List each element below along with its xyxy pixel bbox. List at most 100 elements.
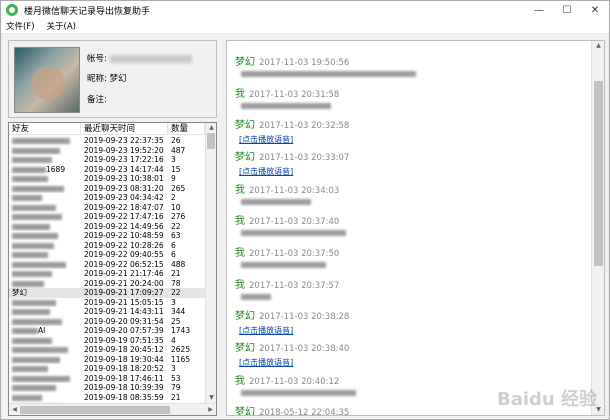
message-count: 1165 — [171, 354, 191, 364]
friend-row[interactable]: 2019-09-22 10:28:26 6 — [9, 241, 205, 251]
menu-about[interactable]: 关于(A) — [42, 20, 81, 32]
minimize-button[interactable]: — — [525, 1, 553, 19]
friend-name-redacted — [12, 242, 54, 249]
scroll-right-arrow-icon[interactable]: ▶ — [205, 405, 216, 415]
friend-row[interactable]: 2019-09-22 18:47:07 10 — [9, 203, 205, 213]
friend-list-vertical-scrollbar[interactable]: ▲ ▼ — [205, 123, 216, 403]
friend-list-horizontal-scrollbar[interactable]: ◀ ▶ — [9, 403, 216, 415]
scroll-thumb[interactable] — [594, 81, 603, 266]
message-count: 488 — [171, 259, 186, 269]
scroll-left-arrow-icon[interactable]: ◀ — [9, 405, 20, 415]
friend-name-redacted — [12, 233, 58, 239]
friend-row[interactable]: 2019-09-22 06:52:15 488 — [9, 260, 205, 270]
message-time: 2017-11-03 20:34:03 — [249, 186, 340, 196]
friend-name-redacted — [12, 356, 60, 363]
friend-row[interactable]: 2019-09-22 10:48:59 63 — [9, 231, 205, 241]
friend-row[interactable]: 梦幻 2019-09-21 17:09:27 22 — [9, 288, 205, 298]
scroll-up-arrow-icon[interactable]: ▲ — [206, 123, 216, 133]
friend-row[interactable]: 2019-09-21 14:43:11 344 — [9, 307, 205, 317]
friend-row[interactable]: 2019-09-18 10:39:39 79 — [9, 383, 205, 393]
column-header-count[interactable]: 数量 — [168, 123, 205, 135]
friend-row[interactable]: 2019-09-23 04:34:42 2 — [9, 193, 205, 203]
friend-name-redacted — [12, 138, 70, 144]
friend-row[interactable]: 2019-09-22 09:40:55 6 — [9, 250, 205, 260]
friend-row[interactable]: 2019-09-18 19:30:44 1165 — [9, 355, 205, 365]
last-chat-time: 2019-09-18 18:20:52 — [84, 364, 164, 373]
last-chat-time: 2019-09-22 17:47:16 — [84, 212, 164, 221]
friend-name — [9, 250, 81, 260]
friend-row[interactable]: 2019-09-22 14:49:56 22 — [9, 222, 205, 232]
last-chat-time: 2019-09-22 10:48:59 — [84, 231, 164, 240]
column-header-friend[interactable]: 好友 — [9, 123, 81, 135]
message-header: 梦幻 2017-11-03 20:33:07 — [235, 148, 349, 163]
profile-panel: 帐号: 昵称: 梦幻 备注: — [8, 40, 217, 118]
friend-name — [9, 383, 81, 393]
message-body-redacted — [241, 390, 356, 396]
last-chat-time: 2019-09-21 20:24:00 — [84, 278, 164, 288]
friend-row[interactable]: 2019-09-23 17:22:16 3 — [9, 155, 205, 165]
friend-name — [9, 155, 81, 165]
column-header-last-chat-time[interactable]: 最近聊天时间 — [81, 123, 168, 135]
friend-row[interactable]: 2019-09-18 18:20:52 3 — [9, 364, 205, 374]
chat-message: 梦幻 2017-11-03 20:32:58 [点击播放语音] — [235, 116, 349, 145]
close-button[interactable]: ✕ — [581, 1, 609, 19]
friend-row[interactable]: 2019-09-18 08:35:59 21 — [9, 393, 205, 403]
friend-list[interactable]: 好友 最近聊天时间 数量 2019-09-23 22:37:35 26 2019-0… — [8, 122, 217, 416]
last-chat-time: 2019-09-23 19:52:20 — [84, 145, 164, 155]
message-sender: 梦幻 — [235, 407, 255, 416]
message-time: 2017-11-03 20:32:58 — [259, 121, 350, 131]
chat-message: 梦幻 2018-05-12 22:04:35 — [235, 403, 349, 416]
scroll-thumb[interactable] — [20, 406, 170, 414]
message-count: 10 — [171, 202, 181, 212]
friend-row[interactable]: 2019-09-20 09:31:54 25 — [9, 317, 205, 327]
friend-row[interactable]: 2019-09-22 17:47:16 276 — [9, 212, 205, 222]
nickname-value: 梦幻 — [109, 74, 127, 84]
last-chat-time: 2019-09-23 04:34:42 — [84, 193, 164, 202]
friend-name-redacted — [12, 337, 52, 344]
friend-row[interactable]: 2019-09-18 17:46:11 53 — [9, 374, 205, 384]
friend-name-redacted — [12, 195, 42, 201]
message-count: 265 — [171, 183, 186, 193]
friend-row[interactable]: 2019-09-19 07:51:35 4 — [9, 336, 205, 346]
play-voice-link[interactable]: [点击播放语音] — [239, 357, 349, 368]
message-body-redacted — [241, 230, 346, 236]
friend-row[interactable]: 2019-09-21 21:17:46 21 — [9, 269, 205, 279]
friend-row[interactable]: 2019-09-23 19:52:20 487 — [9, 146, 205, 156]
friend-row[interactable]: AI 2019-09-20 07:57:39 1743 — [9, 326, 205, 336]
last-chat-time: 2019-09-23 22:37:35 — [84, 136, 164, 145]
message-body-redacted — [241, 199, 311, 205]
friend-row[interactable]: 2019-09-21 15:05:15 3 — [9, 298, 205, 308]
last-chat-time: 2019-09-21 15:05:15 — [84, 297, 164, 307]
friend-name-redacted — [12, 185, 64, 192]
friend-name — [9, 260, 81, 270]
account-row: 帐号: — [87, 52, 192, 64]
friend-row[interactable]: 2019-09-21 20:24:00 78 — [9, 279, 205, 289]
friend-name-redacted — [12, 204, 56, 211]
friend-row[interactable]: 1689 2019-09-23 14:17:44 15 — [9, 165, 205, 175]
chat-log-panel[interactable]: 梦幻 2017-11-03 19:50:56 我 2017-11-03 20:31:5… — [226, 40, 605, 416]
message-body-redacted — [241, 262, 326, 268]
friend-row[interactable]: 2019-09-23 08:31:20 265 — [9, 184, 205, 194]
friend-row[interactable]: 2019-09-23 22:37:35 26 — [9, 136, 205, 146]
play-voice-link[interactable]: [点击播放语音] — [239, 325, 349, 336]
menu-file[interactable]: 文件(F) — [1, 20, 40, 32]
message-body-redacted — [241, 294, 271, 300]
scroll-thumb[interactable] — [207, 133, 215, 149]
scroll-down-arrow-icon[interactable]: ▼ — [206, 393, 216, 403]
play-voice-link[interactable]: [点击播放语音] — [239, 134, 349, 145]
scroll-up-arrow-icon[interactable]: ▲ — [593, 41, 604, 51]
message-time: 2017-11-03 20:33:07 — [259, 153, 350, 163]
chat-vertical-scrollbar[interactable]: ▲ ▼ — [591, 41, 604, 415]
friend-name-redacted — [12, 299, 56, 306]
account-value-redacted — [109, 54, 192, 63]
friend-row[interactable]: 2019-09-18 20:45:12 2625 — [9, 345, 205, 355]
friend-name-text: 梦幻 — [12, 288, 27, 297]
friend-name — [9, 174, 81, 184]
friend-name — [9, 393, 81, 403]
last-chat-time: 2019-09-18 20:45:12 — [84, 345, 164, 354]
last-chat-time: 2019-09-18 08:35:59 — [84, 392, 164, 402]
last-chat-time: 2019-09-19 07:51:35 — [84, 335, 164, 345]
friend-row[interactable]: 2019-09-23 10:38:01 9 — [9, 174, 205, 184]
maximize-button[interactable]: ☐ — [553, 1, 581, 19]
play-voice-link[interactable]: [点击播放语音] — [239, 166, 349, 177]
